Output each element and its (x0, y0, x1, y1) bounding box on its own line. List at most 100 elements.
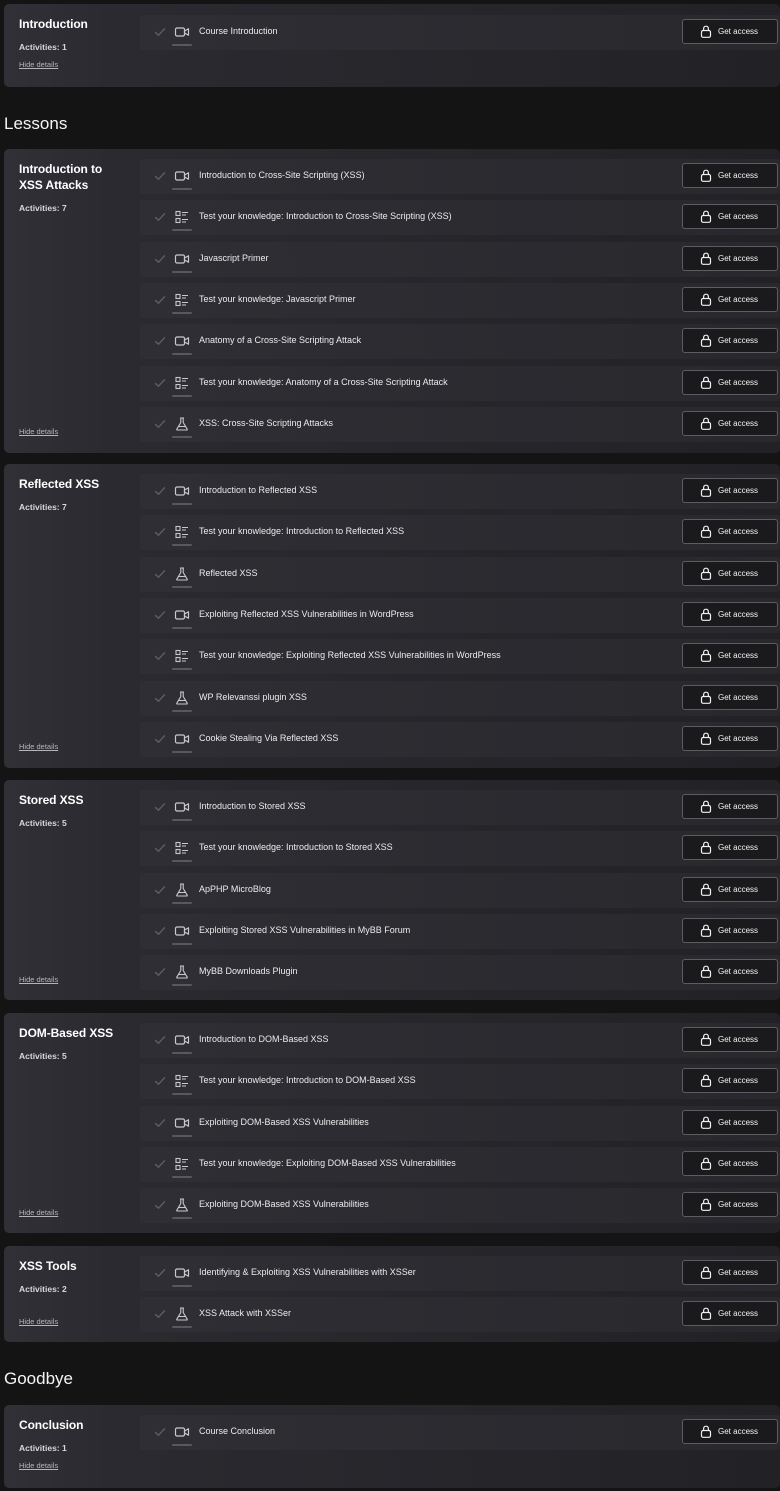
check-icon (154, 25, 166, 37)
video-icon (174, 24, 190, 40)
lock-icon (700, 376, 712, 389)
get-access-button[interactable]: Get access (682, 1260, 778, 1285)
activity-row[interactable]: Test your knowledge: Javascript Primer Ge… (140, 283, 780, 318)
activity-row[interactable]: XSS Attack with XSSer Get access (140, 1297, 780, 1332)
activity-row[interactable]: Test your knowledge: Introduction to Cro… (140, 200, 780, 235)
get-access-label: Get access (718, 1159, 759, 1168)
activity-row[interactable]: Exploiting DOM-Based XSS Vulnerabilities… (140, 1106, 780, 1141)
get-access-button[interactable]: Get access (682, 1110, 778, 1135)
hide-details-link[interactable]: Hide details (19, 1461, 58, 1470)
hide-details-link[interactable]: Hide details (19, 427, 58, 436)
get-access-button[interactable]: Get access (682, 1027, 778, 1052)
activity-row[interactable]: Test your knowledge: Introduction to DOM… (140, 1064, 780, 1099)
check-icon (154, 252, 166, 264)
get-access-button[interactable]: Get access (682, 1151, 778, 1176)
video-icon (174, 1115, 190, 1131)
activity-title: Anatomy of a Cross-Site Scripting Attack (199, 335, 362, 345)
get-access-button[interactable]: Get access (682, 163, 778, 188)
get-access-button[interactable]: Get access (682, 918, 778, 943)
get-access-button[interactable]: Get access (682, 1301, 778, 1326)
module-info: Introduction Activities: 1 (19, 16, 129, 52)
get-access-button[interactable]: Get access (682, 204, 778, 229)
get-access-button[interactable]: Get access (682, 246, 778, 271)
get-access-button[interactable]: Get access (682, 328, 778, 353)
quiz-icon (174, 524, 190, 540)
get-access-button[interactable]: Get access (682, 1068, 778, 1093)
get-access-button[interactable]: Get access (682, 287, 778, 312)
activity-row[interactable]: Exploiting DOM-Based XSS Vulnerabilities… (140, 1188, 780, 1223)
get-access-button[interactable]: Get access (682, 877, 778, 902)
activity-row[interactable]: Cookie Stealing Via Reflected XSS Get acc… (140, 722, 780, 757)
hide-details-link[interactable]: Hide details (19, 1317, 58, 1326)
activity-row[interactable]: WP Relevanssi plugin XSS Get access (140, 681, 780, 716)
get-access-button[interactable]: Get access (682, 19, 778, 44)
get-access-button[interactable]: Get access (682, 411, 778, 436)
activity-row[interactable]: Introduction to DOM-Based XSS Get access (140, 1023, 780, 1058)
lock-icon (700, 691, 712, 704)
hide-details-link[interactable]: Hide details (19, 975, 58, 984)
activity-row[interactable]: Reflected XSS Get access (140, 557, 780, 592)
activity-row[interactable]: Exploiting Stored XSS Vulnerabilities in… (140, 914, 780, 949)
get-access-button[interactable]: Get access (682, 643, 778, 668)
get-access-button[interactable]: Get access (682, 726, 778, 751)
module-card: Conclusion Activities: 1 Hide details Cours… (4, 1405, 780, 1488)
get-access-button[interactable]: Get access (682, 1192, 778, 1217)
lock-icon (700, 169, 712, 182)
activity-row[interactable]: Test your knowledge: Anatomy of a Cross-… (140, 366, 780, 401)
get-access-button[interactable]: Get access (682, 835, 778, 860)
activity-row[interactable]: MyBB Downloads Plugin Get access (140, 955, 780, 990)
get-access-button[interactable]: Get access (682, 959, 778, 984)
activity-row[interactable]: ApPHP MicroBlog Get access (140, 873, 780, 908)
get-access-button[interactable]: Get access (682, 685, 778, 710)
get-access-button[interactable]: Get access (682, 561, 778, 586)
progress-underline (172, 395, 192, 397)
check-icon (154, 691, 166, 703)
activity-row[interactable]: XSS: Cross-Site Scripting Attacks Get acc… (140, 407, 780, 442)
activity-row[interactable]: Exploiting Reflected XSS Vulnerabilities… (140, 598, 780, 633)
activity-row[interactable]: Test your knowledge: Introduction to Sto… (140, 831, 780, 866)
progress-underline (172, 1285, 192, 1287)
module-info: Introduction to XSS Attacks Activities: 7 (19, 161, 129, 213)
progress-underline (172, 544, 192, 546)
activity-title: Test your knowledge: Introduction to Sto… (199, 842, 393, 852)
activity-title: Exploiting Stored XSS Vulnerabilities in… (199, 925, 411, 935)
get-access-button[interactable]: Get access (682, 602, 778, 627)
module-card: XSS Tools Activities: 2 Hide details Identi… (4, 1246, 780, 1342)
activities-count: Activities: 7 (19, 502, 67, 512)
activities-count: Activities: 1 (19, 42, 67, 52)
lock-icon (700, 1198, 712, 1211)
activity-row[interactable]: Introduction to Cross-Site Scripting (XS… (140, 159, 780, 194)
get-access-button[interactable]: Get access (682, 478, 778, 503)
activity-row[interactable]: Course Introduction Get access (140, 15, 780, 50)
get-access-label: Get access (718, 734, 759, 743)
get-access-button[interactable]: Get access (682, 370, 778, 395)
get-access-button[interactable]: Get access (682, 794, 778, 819)
hide-details-link[interactable]: Hide details (19, 742, 58, 751)
get-access-button[interactable]: Get access (682, 519, 778, 544)
get-access-label: Get access (718, 171, 759, 180)
hide-details-link[interactable]: Hide details (19, 1208, 58, 1217)
activity-row[interactable]: Course Conclusion Get access (140, 1415, 780, 1450)
hide-details-link[interactable]: Hide details (19, 60, 58, 69)
activity-row[interactable]: Test your knowledge: Introduction to Ref… (140, 515, 780, 550)
lock-icon (700, 484, 712, 497)
activity-row[interactable]: Test your knowledge: Exploiting DOM-Base… (140, 1147, 780, 1182)
check-icon (154, 1198, 166, 1210)
activity-row[interactable]: Anatomy of a Cross-Site Scripting Attack… (140, 324, 780, 359)
activity-row[interactable]: Identifying & Exploiting XSS Vulnerabili… (140, 1256, 780, 1291)
progress-underline (172, 353, 192, 355)
check-icon (154, 293, 166, 305)
check-icon (154, 1425, 166, 1437)
activity-row[interactable]: Introduction to Reflected XSS Get access (140, 474, 780, 509)
get-access-label: Get access (718, 843, 759, 852)
activity-row[interactable]: Javascript Primer Get access (140, 242, 780, 277)
check-icon (154, 1116, 166, 1128)
video-icon (174, 1265, 190, 1281)
get-access-button[interactable]: Get access (682, 1419, 778, 1444)
check-icon (154, 169, 166, 181)
activity-row[interactable]: Introduction to Stored XSS Get access (140, 790, 780, 825)
module-title: Introduction to XSS Attacks (19, 162, 103, 192)
activity-title: Course Introduction (199, 26, 278, 36)
activity-title: XSS: Cross-Site Scripting Attacks (199, 418, 334, 428)
activity-row[interactable]: Test your knowledge: Exploiting Reflecte… (140, 639, 780, 674)
